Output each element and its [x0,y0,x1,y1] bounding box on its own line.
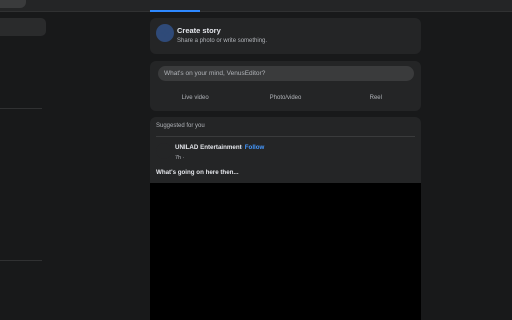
plus-icon [156,24,174,42]
sidebar-divider [0,108,42,109]
left-sidebar [0,12,48,320]
status-input[interactable] [158,66,414,81]
sidebar-divider [0,260,42,261]
video-player[interactable] [150,183,421,320]
create-story-card[interactable]: Create story Share a photo or write some… [150,18,421,54]
post-text: What's going on here then... [156,169,239,176]
page-name-link[interactable]: UNILAD Entertainment [175,144,242,151]
post-composer: Live video Photo/video Reel [150,61,421,111]
photo-video-button[interactable]: Photo/video [240,91,330,105]
post-timestamp[interactable]: 7h · [175,155,184,161]
active-tab-indicator [150,10,200,12]
follow-button[interactable]: · Follow [241,144,264,151]
suggested-header: Suggested for you [156,123,205,129]
left-sidebar-item[interactable] [0,18,46,36]
suggested-post-card: Suggested for you UNILAD Entertainment ·… [150,117,421,320]
composer-actions: Live video Photo/video Reel [150,91,421,105]
create-story-subtitle: Share a photo or write something. [177,38,268,44]
top-bar-control[interactable] [0,0,26,8]
suggested-divider [156,136,415,137]
top-navigation-bar [0,0,512,12]
page-avatar[interactable] [156,143,172,159]
live-video-button[interactable]: Live video [150,91,240,105]
create-story-title: Create story [177,26,221,35]
reel-button[interactable]: Reel [331,91,421,105]
